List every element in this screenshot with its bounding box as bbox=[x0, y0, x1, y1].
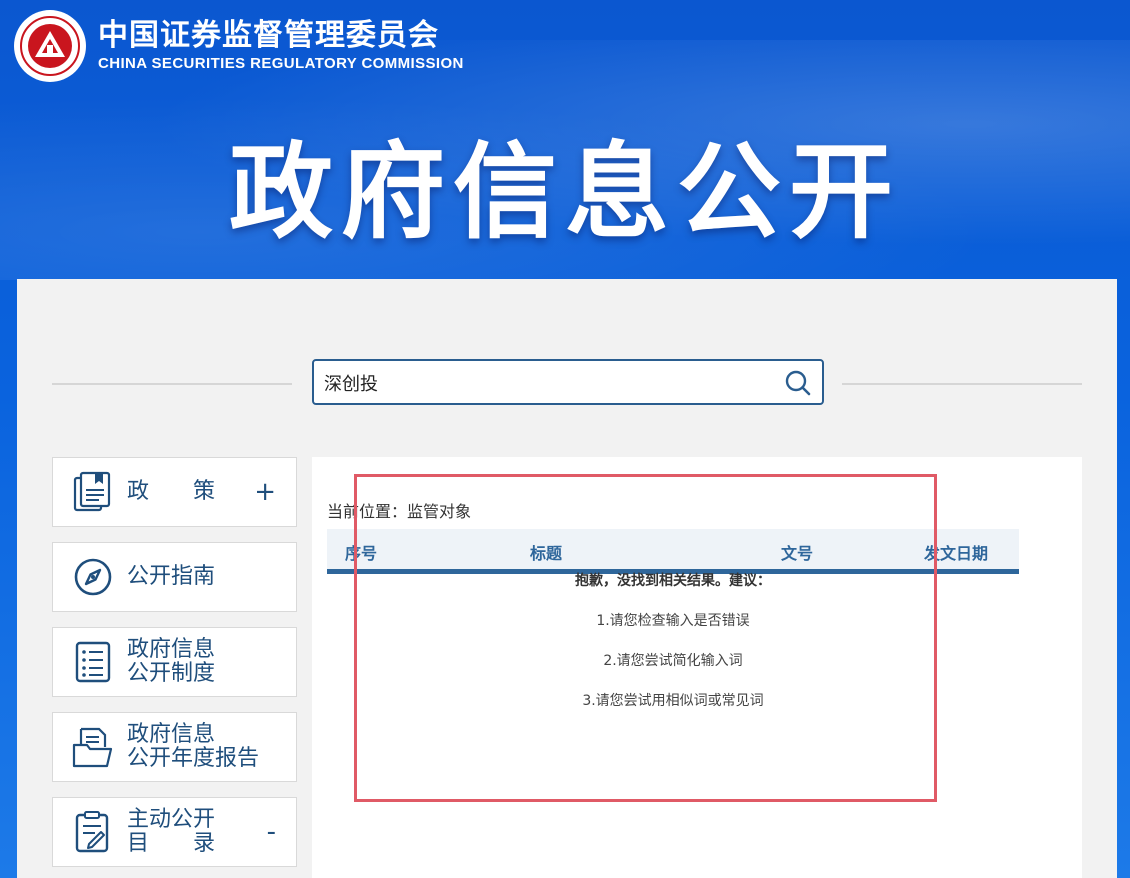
column-header-doc-number: 文号 bbox=[781, 544, 814, 563]
breadcrumb: 当前位置：监管对象 bbox=[327, 502, 472, 521]
sidebar-item-label: 政 策 bbox=[127, 479, 216, 504]
sidebar-item-policy[interactable]: 政 策 + bbox=[52, 457, 297, 527]
page: 中国证券监督管理委员会 CHINA SECURITIES REGULATORY … bbox=[0, 0, 1130, 878]
search-button[interactable] bbox=[782, 368, 814, 398]
label-line-1: 政府信息 bbox=[127, 637, 216, 662]
site-logo[interactable]: 中国证券监督管理委员会 CHINA SECURITIES REGULATORY … bbox=[14, 10, 464, 82]
org-name-en: CHINA SECURITIES REGULATORY COMMISSION bbox=[98, 55, 464, 72]
sidebar-item-annual-report[interactable]: 政府信息 公开年度报告 bbox=[52, 712, 297, 782]
suggestion-item: 3.请您尝试用相似词或常见词 bbox=[582, 693, 764, 709]
logo-text: 中国证券监督管理委员会 CHINA SECURITIES REGULATORY … bbox=[98, 19, 464, 73]
search-input[interactable] bbox=[322, 367, 766, 399]
label-line-1: 政府信息 bbox=[127, 722, 216, 747]
sidebar-item-label: 政府信息 公开年度报告 bbox=[127, 723, 259, 771]
sidebar-item-disclosure-system[interactable]: 政府信息 公开制度 bbox=[52, 627, 297, 697]
label-line-2: 公开制度 bbox=[127, 661, 216, 686]
sidebar-item-guide[interactable]: 公开指南 bbox=[52, 542, 297, 612]
label-line-2: 公开年度报告 bbox=[127, 746, 260, 771]
main-content: 政 策 + 公开指南 bbox=[17, 279, 1117, 878]
compass-icon bbox=[71, 555, 115, 599]
search-divider-left bbox=[52, 383, 292, 385]
search-box bbox=[312, 359, 824, 405]
search-divider-right bbox=[842, 383, 1082, 385]
sidebar-item-label: 主动公开 目 录 bbox=[127, 808, 215, 856]
column-header-title: 标题 bbox=[530, 544, 563, 563]
org-name-cn: 中国证券监督管理委员会 bbox=[98, 18, 439, 53]
label-line-2: 目 录 bbox=[127, 831, 216, 856]
label-line-1: 主动公开 bbox=[127, 807, 216, 832]
results-table-header: 序号 标题 文号 发文日期 bbox=[327, 529, 1019, 574]
csrc-emblem-icon bbox=[14, 10, 86, 82]
column-header-date: 发文日期 bbox=[924, 544, 989, 563]
folder-document-icon bbox=[71, 725, 115, 769]
expand-plus-icon[interactable]: + bbox=[254, 478, 276, 506]
column-header-index: 序号 bbox=[345, 544, 378, 563]
no-results-message: 抱歉，没找到相关结果。建议： bbox=[575, 573, 771, 589]
sidebar-item-label: 公开指南 bbox=[127, 564, 216, 589]
list-document-icon bbox=[71, 640, 115, 684]
suggestion-item: 1.请您检查输入是否错误 bbox=[596, 613, 750, 629]
suggestion-item: 2.请您尝试简化输入词 bbox=[603, 653, 743, 669]
search-icon bbox=[785, 370, 811, 396]
banner-title: 政府信息公开 bbox=[228, 131, 901, 253]
collapse-minus-icon[interactable]: - bbox=[267, 818, 276, 846]
sidebar-item-catalog[interactable]: 主动公开 目 录 - bbox=[52, 797, 297, 867]
results-panel: 当前位置：监管对象 序号 标题 文号 发文日期 抱歉，没找到相关结果。建议： 1… bbox=[312, 457, 1082, 878]
sidebar-item-label: 政府信息 公开制度 bbox=[127, 638, 215, 686]
clipboard-edit-icon bbox=[71, 810, 115, 854]
document-stack-icon bbox=[71, 470, 115, 514]
